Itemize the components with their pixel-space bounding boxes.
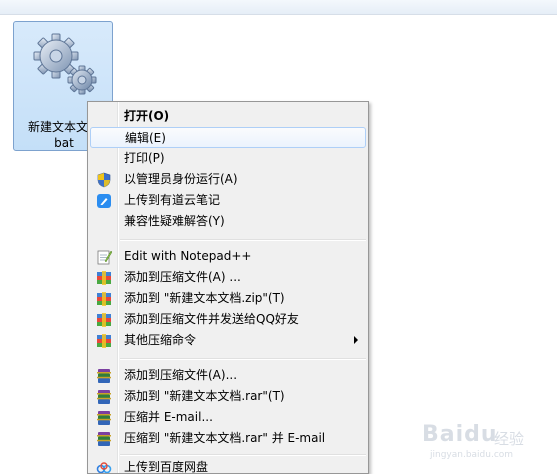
watermark-brand: Baidu: [422, 422, 498, 447]
baidu-cloud-icon: [96, 462, 112, 473]
menu-item-label: Edit with Notepad++: [124, 249, 252, 263]
menu-item-label: 压缩到 "新建文本文档.rar" 并 E-mail: [124, 431, 326, 445]
menu-item-baidu-cloud[interactable]: 上传到百度网盘: [90, 457, 366, 474]
menu-item-open[interactable]: 打开(O): [90, 106, 366, 127]
menu-separator: [120, 454, 366, 456]
menu-item-add-zip[interactable]: 添加到 "新建文本文档.zip"(T): [90, 288, 366, 309]
archive-icon: [97, 313, 111, 327]
winrar-icon: [97, 411, 111, 425]
menu-item-label: 打开(O): [124, 109, 170, 123]
menu-item-label: 上传到百度网盘: [124, 460, 209, 474]
menu-item-label: 以管理员身份运行(A): [124, 172, 238, 186]
menu-item-label: 其他压缩命令: [124, 333, 197, 347]
submenu-arrow-icon: [354, 336, 358, 344]
menu-item-notepadpp[interactable]: Edit with Notepad++: [90, 246, 366, 267]
archive-icon: [97, 334, 111, 348]
menu-item-label: 兼容性疑难解答(Y): [124, 214, 225, 228]
menu-item-rar-add-archive[interactable]: 添加到压缩文件(A)...: [90, 365, 366, 386]
menu-item-run-as-admin[interactable]: 以管理员身份运行(A): [90, 169, 366, 190]
menu-item-label: 添加到 "新建文本文档.zip"(T): [124, 291, 285, 305]
watermark-sub: 经验: [494, 430, 525, 448]
menu-item-label: 压缩并 E-mail...: [124, 410, 213, 424]
menu-item-add-archive[interactable]: 添加到压缩文件(A) ...: [90, 267, 366, 288]
winrar-icon: [97, 390, 111, 404]
menu-item-rar-named-email[interactable]: 压缩到 "新建文本文档.rar" 并 E-mail: [90, 428, 366, 449]
shield-icon: [97, 172, 111, 188]
menu-item-label: 添加到压缩文件并发送给QQ好友: [124, 312, 299, 326]
menu-item-label: 添加到压缩文件(A)...: [124, 368, 238, 382]
menu-item-label: 添加到 "新建文本文档.rar"(T): [124, 389, 285, 403]
winrar-icon: [97, 369, 111, 383]
menu-item-other-compress[interactable]: 其他压缩命令: [90, 330, 366, 351]
archive-icon: [97, 292, 111, 306]
menu-separator: [120, 358, 366, 360]
menu-item-label: 编辑(E): [125, 131, 166, 145]
menu-item-edit[interactable]: 编辑(E): [90, 127, 366, 148]
menu-item-rar-add-named[interactable]: 添加到 "新建文本文档.rar"(T): [90, 386, 366, 407]
menu-item-send-qq[interactable]: 添加到压缩文件并发送给QQ好友: [90, 309, 366, 330]
youdao-icon: [97, 194, 111, 208]
context-menu: 打开(O) 编辑(E) 打印(P) 以管理员身份运行(A) 上传到有道云笔记 兼…: [87, 101, 369, 474]
window-top-bar: [0, 0, 557, 15]
menu-item-youdao[interactable]: 上传到有道云笔记: [90, 190, 366, 211]
archive-icon: [97, 271, 111, 285]
menu-separator: [120, 239, 366, 241]
menu-item-label: 打印(P): [124, 151, 165, 165]
gear-file-icon: [33, 33, 97, 95]
menu-item-rar-email[interactable]: 压缩并 E-mail...: [90, 407, 366, 428]
winrar-icon: [97, 432, 111, 446]
menu-item-compat[interactable]: 兼容性疑难解答(Y): [90, 211, 366, 232]
menu-item-label: 上传到有道云笔记: [124, 193, 221, 207]
watermark-url: jingyan.baidu.com: [430, 450, 514, 460]
menu-item-label: 添加到压缩文件(A) ...: [124, 270, 241, 284]
menu-item-print[interactable]: 打印(P): [90, 148, 366, 169]
notepad-icon: [97, 250, 112, 265]
baidu-jingyan-watermark: Baidu 经验 jingyan.baidu.com: [408, 418, 548, 468]
